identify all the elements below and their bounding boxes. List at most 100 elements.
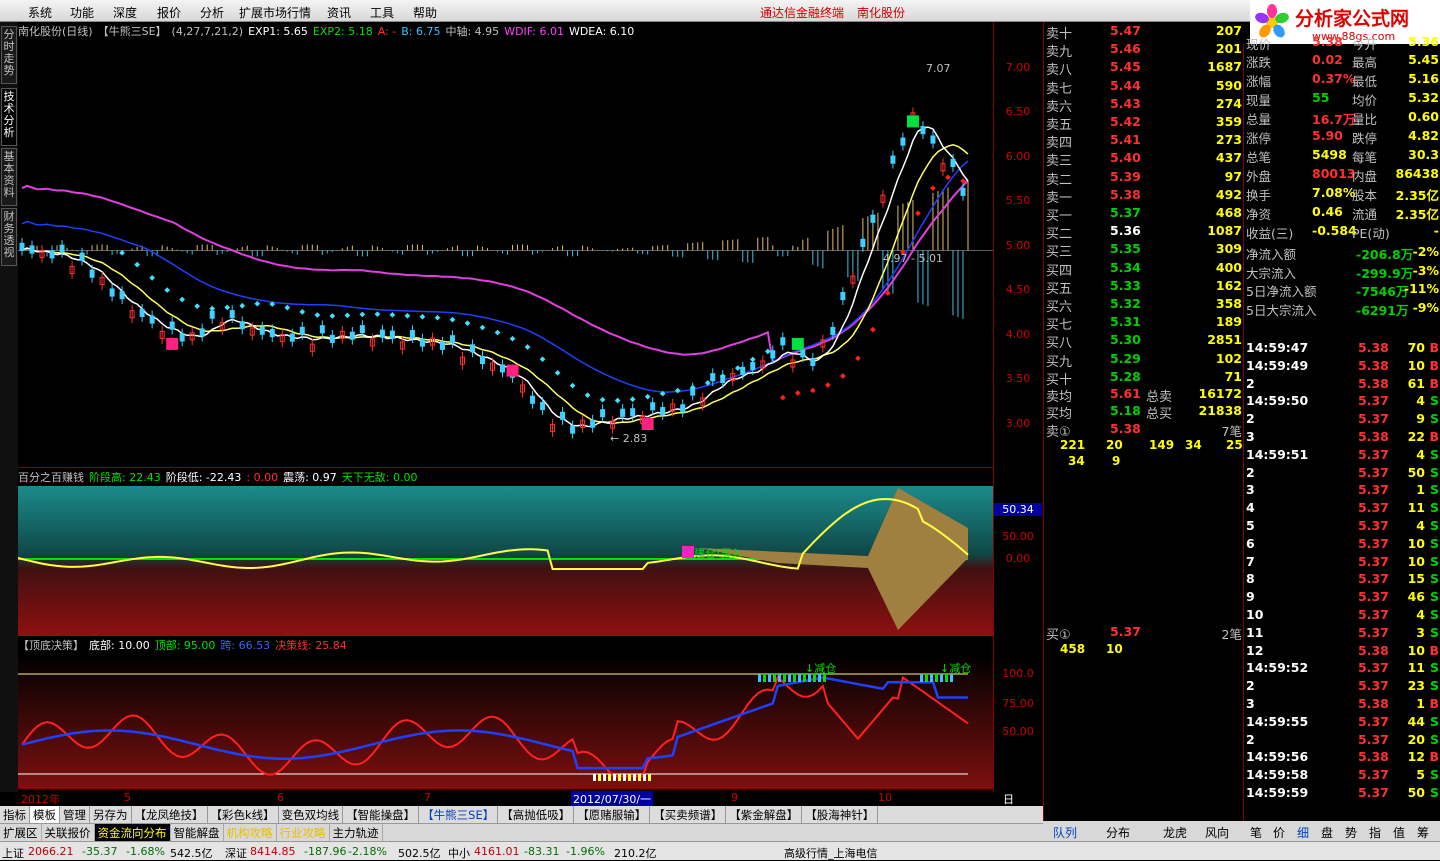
indicator-pane-1[interactable]: 建仓!买入 百分之百赚钱 阶段高: 22.43 阶段低: -22.43: 0.00 震…: [18, 468, 993, 636]
price-pane[interactable]: 7.07 ← 2.83 4.97 - 5.01 南化股份(日线) 【牛熊三SE】 (4,…: [18, 22, 993, 468]
menu-item[interactable]: 资讯: [327, 4, 351, 21]
menu-item[interactable]: 功能: [70, 4, 94, 21]
y-tick: 3.00: [1005, 417, 1031, 430]
vtab-3[interactable]: 基本资料: [1, 148, 17, 206]
volume: 1: [1416, 482, 1425, 498]
book-tab[interactable]: 队列: [1053, 824, 1077, 841]
price: 5.37: [1110, 624, 1141, 639]
value: -299.9万: [1356, 265, 1414, 281]
indicator-tab[interactable]: 【龙凤绝技】: [132, 806, 208, 823]
ext-tab[interactable]: 行业攻略: [277, 824, 330, 842]
quote-tab[interactable]: 指: [1369, 824, 1381, 841]
volume: 4: [1416, 446, 1425, 462]
indicator-tab[interactable]: 【买卖频谱】: [650, 806, 727, 823]
ext-tab[interactable]: 主力轨迹: [330, 824, 383, 842]
label: 卖九: [1046, 45, 1073, 61]
chart-area[interactable]: 7.07 ← 2.83 4.97 - 5.01 南化股份(日线) 【牛熊三SE】 (4,…: [18, 22, 993, 792]
indicator-tab[interactable]: 【彩色k线】: [208, 806, 279, 823]
indicator-tab[interactable]: 【智能操盘】: [343, 806, 420, 823]
legend-item: 底部: 10.00: [89, 639, 150, 652]
price: 5.37: [1358, 624, 1389, 640]
indicator-tab[interactable]: 变色双均线: [279, 806, 344, 823]
tick-row: 14:59:47 5.38 70 B: [1244, 340, 1440, 358]
indicator-tab[interactable]: 指标: [0, 806, 30, 823]
quote-tab[interactable]: 势: [1345, 824, 1357, 841]
time: 7: [1246, 553, 1255, 569]
time: 14:59:50: [1246, 393, 1309, 409]
ext-tab[interactable]: 关联报价: [42, 824, 95, 842]
indicator-tab[interactable]: 模板: [30, 806, 60, 823]
tick-row: 14:59:50 5.37 4 S: [1244, 393, 1440, 411]
menu-item[interactable]: 扩展市场行情: [239, 4, 311, 21]
volume: 97: [1224, 168, 1242, 184]
book-tab[interactable]: 龙虎: [1163, 824, 1187, 841]
book-tab[interactable]: 风向: [1205, 824, 1229, 841]
side: S: [1429, 589, 1439, 605]
label: 现价: [1246, 37, 1272, 52]
ext-tab[interactable]: 智能解盘: [171, 824, 224, 842]
index-change: -35.37: [82, 845, 118, 858]
quote-tab[interactable]: 筹: [1417, 824, 1429, 841]
label: 买一: [1046, 209, 1073, 224]
volume: 201: [1215, 41, 1242, 57]
tick-row: 3 5.37 1 S: [1244, 482, 1440, 500]
volume: 590: [1215, 77, 1242, 93]
price: 5.41: [1110, 132, 1141, 148]
price: 5.45: [1110, 59, 1141, 75]
label: 涨幅: [1246, 74, 1272, 89]
ext-tab[interactable]: 机构攻略: [224, 824, 277, 842]
menu-item[interactable]: 系统: [28, 4, 52, 21]
indicator-tab[interactable]: 管理: [60, 806, 90, 823]
quote-tab[interactable]: 盘: [1321, 824, 1333, 841]
index-change: -187.96: [304, 845, 347, 858]
price: 5.36: [1110, 223, 1141, 239]
book-tab[interactable]: 分布: [1106, 824, 1130, 841]
price: 5.38: [1358, 357, 1389, 373]
label: 内盘: [1352, 169, 1378, 184]
vtab-2[interactable]: 技术分析: [1, 88, 17, 146]
quote-tab[interactable]: 值: [1393, 824, 1405, 841]
indicator-pane-2[interactable]: ↓减仓 ↓减仓 【顶底决策】 底部: 10.00 顶部: 95.00 跨: 66.53 决…: [18, 636, 993, 792]
buy-row: 买二 5.36 1087: [1044, 223, 1244, 242]
price: 5.37: [1358, 500, 1389, 516]
quote-tab[interactable]: 细: [1297, 824, 1309, 841]
indicator-tab[interactable]: 另存为: [90, 806, 132, 823]
volume: 3: [1416, 624, 1425, 640]
vtab-1[interactable]: 分时走势: [1, 26, 17, 84]
indicator-tab[interactable]: 【高抛低吸】: [498, 806, 575, 823]
side: S: [1429, 553, 1439, 569]
indicator-tab[interactable]: 【牛熊三SE】: [419, 806, 499, 823]
indicator-tab[interactable]: 【紫金解盘】: [726, 806, 803, 823]
menu-item[interactable]: 深度: [113, 4, 137, 21]
menu-item[interactable]: 帮助: [413, 4, 437, 21]
menu-item[interactable]: 报价: [157, 4, 181, 21]
value: 5.90: [1312, 128, 1343, 143]
label: 涨跌: [1246, 55, 1272, 70]
quote-row: 涨幅 0.37% 最低 5.16: [1244, 71, 1440, 89]
vertical-tabs: 分时走势技术分析基本资料财务透视: [0, 22, 18, 792]
indicator-tab[interactable]: 【股海神针】: [802, 806, 879, 823]
value: 16.7万: [1312, 112, 1356, 127]
menu-item[interactable]: 工具: [370, 4, 394, 21]
flow-row: 5日大宗流入 -6291万 -9%: [1244, 300, 1440, 318]
index-pct: -2.18%: [348, 845, 387, 858]
volume: 4: [1416, 518, 1425, 533]
value: 86438: [1395, 166, 1440, 181]
quote-tab[interactable]: 价: [1273, 824, 1285, 841]
buy-row: 买三 5.35 309: [1044, 241, 1244, 260]
indicator-tab[interactable]: 【愿赌服输】: [574, 806, 651, 823]
volume: 61: [1407, 375, 1425, 391]
svg-text:← 2.83: ← 2.83: [610, 432, 647, 445]
label: 卖八: [1046, 63, 1073, 79]
menu-item[interactable]: 分析: [200, 4, 224, 21]
vtab-4[interactable]: 财务透视: [1, 208, 17, 266]
price-chart: 7.07 ← 2.83 4.97 - 5.01: [18, 62, 993, 445]
ext-tab[interactable]: 扩展区: [0, 824, 42, 842]
ext-tab[interactable]: 资金流向分布: [94, 824, 171, 842]
quote-tab[interactable]: 笔: [1250, 824, 1262, 841]
tick-row: 14:59:59 5.37 50 S: [1244, 785, 1440, 803]
tick-row: 9 5.37 46 S: [1244, 589, 1440, 607]
pane-title: 【顶底决策】: [18, 639, 84, 652]
time: 9: [1246, 589, 1255, 605]
price-legend: 南化股份(日线) 【牛熊三SE】 (4,27,7,21,2) EXP1: 5.65 EX…: [18, 23, 639, 38]
